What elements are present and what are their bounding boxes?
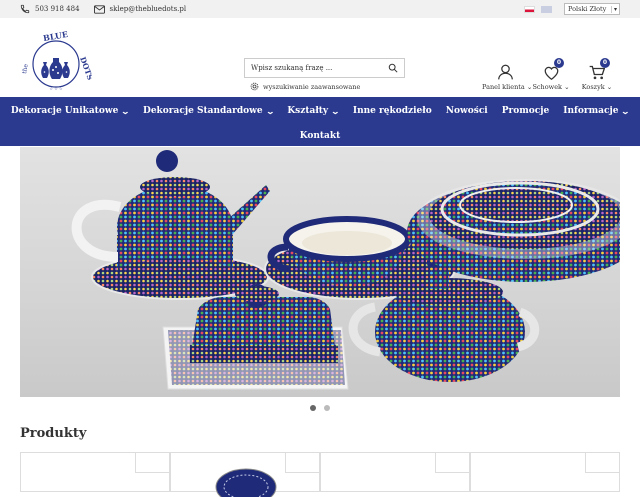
slider-dot-2[interactable] bbox=[324, 405, 330, 411]
search-box[interactable]: Wpisz szukaną frazę ... bbox=[244, 58, 405, 78]
nav-item-ksztalty[interactable]: Kształty ⌄ bbox=[287, 106, 341, 116]
site-logo[interactable]: BLUE DOTS the ☆ ☆ ☆ bbox=[20, 26, 92, 98]
advanced-search-label: wyszukiwanie zaawansowane bbox=[263, 82, 361, 91]
cart-label: Koszyk bbox=[581, 83, 605, 91]
account-label: Panel klienta bbox=[482, 83, 525, 91]
phone-contact[interactable]: 503 918 484 bbox=[20, 4, 80, 14]
chevron-down-icon: ⌄ bbox=[606, 83, 613, 91]
product-card[interactable] bbox=[470, 452, 620, 492]
nav-item-label: Informacje bbox=[563, 106, 619, 116]
product-card[interactable] bbox=[170, 452, 320, 497]
mail-icon bbox=[93, 4, 105, 14]
chevron-down-icon: ▾ bbox=[610, 5, 617, 13]
search-icon[interactable] bbox=[388, 63, 398, 73]
nav-item-label: Dekoracje Standardowe bbox=[143, 106, 263, 116]
hero-image bbox=[71, 150, 620, 390]
nav-item-label: Promocje bbox=[501, 106, 550, 116]
svg-text:DOTS: DOTS bbox=[78, 56, 92, 82]
cart-button[interactable]: 0 Koszyk ⌄ bbox=[574, 58, 620, 91]
phone-number: 503 918 484 bbox=[35, 5, 80, 13]
account-button[interactable]: Panel klienta ⌄ bbox=[482, 60, 532, 91]
cart-count-badge: 0 bbox=[600, 58, 610, 68]
svg-text:☆ ☆ ☆: ☆ ☆ ☆ bbox=[49, 86, 63, 91]
email-contact[interactable]: sklep@thebluedots.pl bbox=[93, 4, 187, 14]
nav-item-promocje[interactable]: Promocje bbox=[502, 106, 550, 116]
product-badge bbox=[285, 453, 319, 473]
wishlist-label: Schowek bbox=[532, 83, 562, 91]
user-icon bbox=[497, 64, 513, 80]
email-address: sklep@thebluedots.pl bbox=[109, 5, 187, 13]
chevron-down-icon: ⌄ bbox=[621, 106, 631, 116]
heart-icon bbox=[544, 66, 558, 80]
product-card[interactable] bbox=[320, 452, 470, 492]
header: BLUE DOTS the ☆ ☆ ☆ Wpisz szukaną frazę … bbox=[0, 18, 640, 97]
chevron-down-icon: ⌄ bbox=[265, 106, 275, 116]
search-input[interactable]: Wpisz szukaną frazę ... bbox=[251, 64, 332, 72]
flag-pl-icon[interactable] bbox=[524, 5, 535, 13]
product-card[interactable] bbox=[20, 452, 170, 492]
product-badge bbox=[135, 453, 169, 473]
product-badge bbox=[585, 453, 619, 473]
advanced-search-link[interactable]: wyszukiwanie zaawansowane bbox=[250, 82, 360, 91]
product-image bbox=[215, 468, 277, 497]
nav-item-label: Inne rękodzieło bbox=[352, 106, 432, 116]
currency-language-value: Polski Złoty bbox=[568, 5, 607, 13]
gear-icon bbox=[250, 82, 259, 91]
slider-dot-1[interactable] bbox=[310, 405, 316, 411]
nav-item-dekoracje-unikatowe[interactable]: Dekoracje Unikatowe ⌄ bbox=[10, 106, 131, 116]
wishlist-count-badge: 0 bbox=[554, 58, 564, 68]
nav-item-inne-rekodzielo[interactable]: Inne rękodzieło bbox=[353, 106, 432, 116]
svg-text:BLUE: BLUE bbox=[42, 29, 68, 43]
currency-language-select[interactable]: Polski Złoty ▾ bbox=[564, 3, 620, 15]
nav-item-label: Kształty bbox=[287, 106, 329, 116]
hero-slider[interactable] bbox=[20, 147, 620, 397]
chevron-down-icon: ⌄ bbox=[564, 83, 570, 91]
chevron-down-icon: ⌄ bbox=[120, 106, 131, 116]
nav-item-nowosci[interactable]: Nowości bbox=[446, 106, 488, 116]
top-bar: 503 918 484 sklep@thebluedots.pl Polski … bbox=[0, 0, 640, 18]
wishlist-button[interactable]: 0 Schowek ⌄ bbox=[528, 58, 574, 91]
nav-item-kontakt[interactable]: Kontakt bbox=[300, 131, 341, 141]
chevron-down-icon: ⌄ bbox=[330, 106, 341, 116]
nav-item-informacje[interactable]: Informacje ⌄ bbox=[563, 106, 631, 116]
main-nav: Dekoracje Unikatowe ⌄ Dekoracje Standardo… bbox=[0, 97, 640, 146]
phone-icon bbox=[20, 4, 30, 14]
flag-en-icon[interactable] bbox=[541, 5, 552, 13]
nav-item-label: Kontakt bbox=[299, 131, 341, 141]
svg-text:the: the bbox=[21, 63, 30, 74]
nav-item-label: Nowości bbox=[445, 106, 488, 116]
slider-dots bbox=[0, 405, 640, 411]
nav-item-dekoracje-standardowe[interactable]: Dekoracje Standardowe ⌄ bbox=[143, 106, 275, 116]
product-grid bbox=[20, 452, 620, 497]
nav-item-label: Dekoracje Unikatowe bbox=[10, 106, 119, 116]
products-heading: Produkty bbox=[20, 426, 87, 441]
product-badge bbox=[435, 453, 469, 473]
